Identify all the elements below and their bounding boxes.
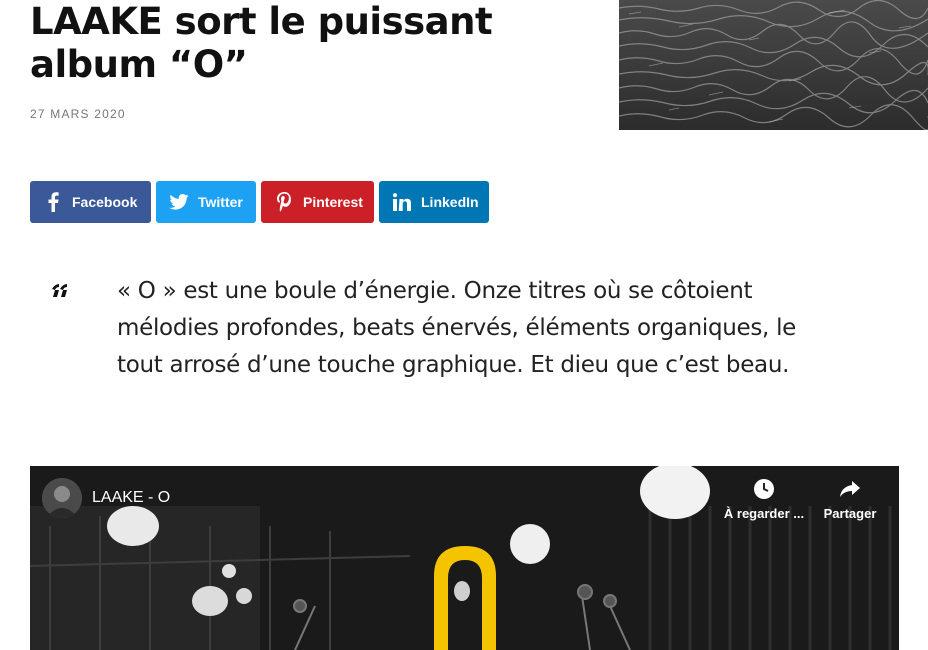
video-share-label: Partager — [823, 506, 877, 521]
share-twitter-label: Twitter — [198, 194, 243, 210]
article-title: LAAKE sort le puissant album “O” — [30, 0, 493, 86]
hero-image — [619, 0, 928, 130]
sea-texture — [619, 0, 928, 130]
share-linkedin-button[interactable]: LinkedIn — [379, 181, 489, 223]
pull-quote: « O » est une boule d’énergie. Onze titr… — [117, 278, 797, 378]
video-title[interactable]: LAAKE - O — [92, 489, 170, 507]
linkedin-icon — [391, 191, 413, 213]
watch-later-label: À regarder ... — [723, 506, 805, 521]
share-pinterest-button[interactable]: Pinterest — [261, 181, 374, 223]
share-linkedin-label: LinkedIn — [421, 194, 479, 210]
pinterest-icon — [273, 191, 295, 213]
clock-icon — [754, 479, 774, 499]
video-share-button[interactable]: Partager — [815, 478, 885, 521]
watch-later-button[interactable]: À regarder ... — [720, 478, 808, 521]
quote-icon — [52, 284, 67, 297]
share-twitter-button[interactable]: Twitter — [156, 181, 256, 223]
share-pinterest-label: Pinterest — [303, 194, 363, 210]
share-facebook-label: Facebook — [72, 194, 138, 210]
share-arrow-icon — [840, 481, 860, 497]
share-facebook-button[interactable]: Facebook — [30, 181, 151, 223]
channel-avatar[interactable] — [42, 478, 82, 518]
embedded-video[interactable]: LAAKE - O À regarder ... Partager — [30, 466, 899, 650]
twitter-icon — [168, 191, 190, 213]
facebook-icon — [42, 191, 64, 213]
article-date: 27 MARS 2020 — [30, 107, 126, 121]
